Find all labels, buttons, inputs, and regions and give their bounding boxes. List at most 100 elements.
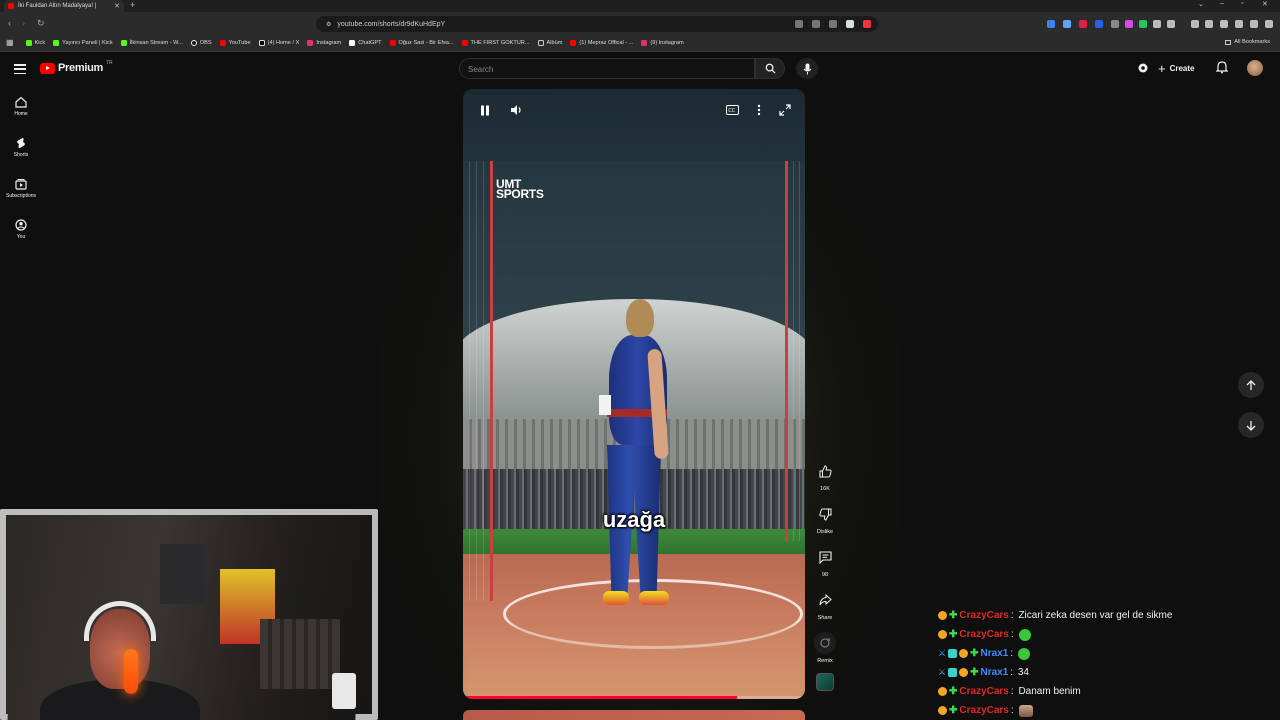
guide-item-home[interactable]: Home: [0, 96, 42, 117]
share-label: Share: [817, 615, 833, 621]
avatar[interactable]: [1247, 60, 1263, 76]
kick-emote-icon: [1018, 647, 1031, 660]
extension-purple-icon[interactable]: [1125, 20, 1133, 28]
brave-rewards-icon[interactable]: [863, 20, 871, 28]
share-arrow-icon: [819, 594, 832, 606]
guide-item-subscriptions[interactable]: Subscriptions: [0, 178, 42, 199]
maximize-icon[interactable]: ▫: [1241, 0, 1243, 7]
chat-text: Zicari zeka desen var gel de sikme: [1018, 610, 1173, 621]
extension-sidebar-icon[interactable]: [1167, 20, 1175, 28]
kick-icon: [25, 39, 32, 46]
arrow-up-icon: [1246, 379, 1256, 390]
pause-button[interactable]: [478, 103, 492, 117]
extension-audio-icon[interactable]: [1047, 20, 1055, 28]
brave-shield-icon[interactable]: [1250, 20, 1258, 28]
you-icon: [15, 219, 27, 231]
comments-button[interactable]: 98: [810, 546, 840, 578]
bookmark-item[interactable]: (4) Home / X: [258, 39, 299, 46]
bookmark-item[interactable]: YouTube: [219, 39, 251, 46]
more-vertical-icon: [757, 104, 761, 116]
bookmark-item[interactable]: THE FIRST GOKTUR...: [461, 39, 530, 46]
browser-tab[interactable]: İki Fauldan Altın Madalyaya! | ✕: [4, 0, 124, 12]
bookmark-label: Kick: [34, 39, 46, 46]
guide-menu-icon[interactable]: [14, 64, 26, 74]
bookmark-item[interactable]: Yayıncı Paneli | Kick: [53, 39, 113, 46]
shorts-icon: [17, 138, 25, 148]
tab-search-icon[interactable]: ⌄: [1198, 0, 1204, 8]
kick-emote-icon: [1018, 628, 1031, 641]
extension-grey-icon[interactable]: [1111, 20, 1119, 28]
bookmark-label: (9) Instagram: [650, 39, 684, 46]
share-page-icon[interactable]: [829, 20, 837, 28]
extension-translate-icon[interactable]: [1095, 20, 1103, 28]
progress-bar[interactable]: [463, 696, 805, 699]
shield-icon[interactable]: [846, 20, 854, 28]
back-icon[interactable]: ‹: [8, 18, 11, 28]
guide-item-you[interactable]: You: [0, 219, 42, 240]
dislike-button[interactable]: Dislike: [810, 503, 840, 535]
leo-ai-icon[interactable]: [1235, 20, 1243, 28]
bookmark-item[interactable]: İlkinsan Stream - W...: [120, 39, 183, 46]
next-short-button[interactable]: [1238, 412, 1264, 438]
bookmark-item[interactable]: Albüm: [537, 39, 562, 46]
thumbs-up-icon: [819, 464, 832, 477]
create-button[interactable]: + Create: [1158, 60, 1195, 77]
bookmark-item[interactable]: Oğuz Sasi - Bir Efsa...: [389, 39, 454, 46]
share-button[interactable]: Share: [810, 589, 840, 621]
youtube-icon: [389, 39, 396, 46]
forward-icon[interactable]: ›: [22, 18, 25, 28]
bookmark-item[interactable]: (1) Mepraz Offical - ...: [570, 39, 633, 46]
new-tab-icon[interactable]: +: [130, 0, 135, 10]
remix-label: Remix: [817, 658, 833, 664]
omnibox[interactable]: ⚙ youtube.com/shorts/dr9dKuHdEpY: [316, 16, 878, 32]
search-input[interactable]: Search: [459, 58, 755, 79]
extension-green-icon[interactable]: [1139, 20, 1147, 28]
bookmark-item[interactable]: (9) Instagram: [641, 39, 684, 46]
bookmark-item[interactable]: Instagram: [307, 39, 341, 46]
search-button[interactable]: [755, 58, 785, 79]
sidebar-toggle-icon[interactable]: [1205, 20, 1213, 28]
bookmark-item[interactable]: ChatGPT: [349, 39, 382, 46]
volume-button[interactable]: [509, 103, 523, 117]
minimize-icon[interactable]: –: [1220, 0, 1224, 7]
streamer-webcam: [0, 509, 378, 720]
zoom-icon[interactable]: [812, 20, 820, 28]
menu-icon[interactable]: [1265, 20, 1273, 28]
bookmark-item[interactable]: Kick: [25, 39, 46, 46]
notifications-bell-icon[interactable]: [1215, 61, 1229, 79]
window-close-icon[interactable]: ✕: [1262, 0, 1268, 8]
foreground-blur: [463, 624, 805, 699]
fullscreen-button[interactable]: [778, 103, 792, 117]
bookmark-item[interactable]: OBS: [190, 39, 212, 46]
youtube-icon: [219, 39, 226, 46]
like-button[interactable]: 16K: [810, 460, 840, 492]
previous-short-button[interactable]: [1238, 372, 1264, 398]
kick-icon: [53, 39, 60, 46]
voice-search-button[interactable]: [796, 58, 818, 79]
wallet-icon[interactable]: [1220, 20, 1228, 28]
apps-grid-icon[interactable]: ▦: [6, 38, 14, 47]
youtube-logo[interactable]: Premium TR: [40, 60, 113, 74]
site-info-icon[interactable]: ⚙: [326, 21, 331, 28]
reload-icon[interactable]: ↻: [37, 18, 45, 29]
sound-thumbnail[interactable]: [816, 673, 834, 691]
create-label: Create: [1169, 64, 1195, 73]
remix-button[interactable]: Remix: [810, 632, 840, 664]
close-tab-icon[interactable]: ✕: [114, 2, 120, 10]
all-bookmarks-button[interactable]: All Bookmarks: [1225, 39, 1270, 45]
shorts-gear-icon[interactable]: [1137, 61, 1149, 79]
x-icon: [258, 39, 265, 46]
thumbs-down-icon: [818, 508, 831, 521]
captions-button[interactable]: CC: [725, 103, 739, 117]
next-short-preview[interactable]: [463, 710, 805, 720]
badge-orange-icon: [959, 649, 969, 658]
shorts-player[interactable]: UMT SPORTS uzağa CC: [463, 89, 805, 699]
chatgpt-icon: [349, 39, 356, 46]
media-control-icon[interactable]: [1191, 20, 1199, 28]
extension-blue-icon[interactable]: [1063, 20, 1071, 28]
extension-puzzle-icon[interactable]: [1153, 20, 1161, 28]
more-options-button[interactable]: [752, 103, 766, 117]
extension-red-icon[interactable]: [1079, 20, 1087, 28]
cast-icon[interactable]: [795, 20, 803, 28]
guide-item-shorts[interactable]: Shorts: [0, 137, 42, 158]
